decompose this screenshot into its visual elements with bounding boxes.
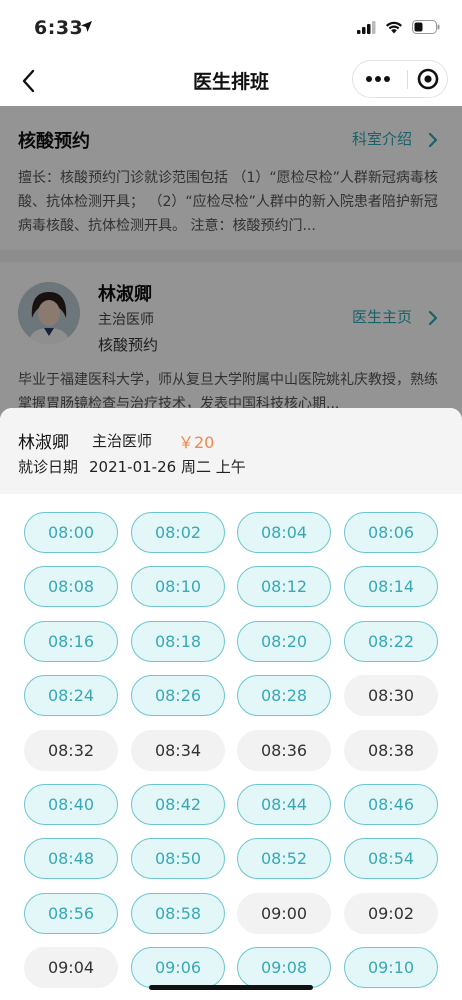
time-slot: 08:30 [344, 675, 438, 716]
time-slot[interactable]: 08:22 [344, 621, 438, 662]
time-slot[interactable]: 09:10 [344, 947, 438, 988]
time-slot: 08:36 [237, 730, 331, 771]
time-slot[interactable]: 09:06 [131, 947, 225, 988]
time-slot: 09:00 [237, 893, 331, 934]
time-slot[interactable]: 08:08 [24, 566, 118, 607]
time-slot: 09:02 [344, 893, 438, 934]
battery-icon [412, 20, 440, 34]
time-slot[interactable]: 08:50 [131, 838, 225, 879]
close-target-icon[interactable] [417, 68, 439, 90]
time-slot: 09:04 [24, 947, 118, 988]
status-icons [357, 20, 440, 34]
time-slot[interactable]: 08:28 [237, 675, 331, 716]
time-slot[interactable]: 08:12 [237, 566, 331, 607]
time-slot[interactable]: 08:04 [237, 512, 331, 553]
status-bar: 6:33 [0, 0, 462, 56]
time-slot[interactable]: 08:42 [131, 784, 225, 825]
time-slot: 08:34 [131, 730, 225, 771]
time-slot[interactable]: 08:26 [131, 675, 225, 716]
time-slot[interactable]: 08:56 [24, 893, 118, 934]
visit-date-label: 就诊日期 [18, 458, 79, 476]
visit-date-value: 2021-01-26 周二 上午 [89, 458, 246, 476]
signal-icon [357, 20, 376, 34]
time-slot[interactable]: 08:02 [131, 512, 225, 553]
mini-program-capsule [352, 60, 448, 98]
time-slot[interactable]: 08:44 [237, 784, 331, 825]
time-slot[interactable]: 08:18 [131, 621, 225, 662]
capsule-divider [407, 70, 408, 89]
time-slot[interactable]: 08:06 [344, 512, 438, 553]
time-slot[interactable]: 08:54 [344, 838, 438, 879]
time-slot[interactable]: 08:46 [344, 784, 438, 825]
time-slot: 08:32 [24, 730, 118, 771]
time-slot[interactable]: 09:08 [237, 947, 331, 988]
time-slot: 08:38 [344, 730, 438, 771]
time-slot[interactable]: 08:48 [24, 838, 118, 879]
time-slot[interactable]: 08:24 [24, 675, 118, 716]
time-slot[interactable]: 08:16 [24, 621, 118, 662]
sheet-doctor-title: 主治医师 [92, 432, 153, 450]
time-slot[interactable]: 08:52 [237, 838, 331, 879]
home-indicator [149, 985, 313, 990]
time-slot[interactable]: 08:14 [344, 566, 438, 607]
time-slot[interactable]: 08:20 [237, 621, 331, 662]
sheet-doctor-name: 林淑卿 [18, 433, 69, 453]
time-slot[interactable]: 08:10 [131, 566, 225, 607]
location-arrow-icon [81, 21, 92, 32]
more-dots-icon[interactable] [366, 69, 398, 89]
time-slot[interactable]: 08:00 [24, 512, 118, 553]
time-slot[interactable]: 08:58 [131, 893, 225, 934]
sheet-header: 林淑卿 主治医师 ￥20 就诊日期 2021-01-26 周二 上午 [0, 408, 462, 494]
consultation-price: ￥20 [178, 433, 215, 452]
status-time: 6:33 [34, 17, 84, 39]
time-slot[interactable]: 08:40 [24, 784, 118, 825]
time-slot-sheet: 林淑卿 主治医师 ￥20 就诊日期 2021-01-26 周二 上午 08:00… [0, 408, 462, 1000]
wifi-icon [386, 21, 402, 33]
nav-bar: 医生排班 [0, 56, 462, 106]
